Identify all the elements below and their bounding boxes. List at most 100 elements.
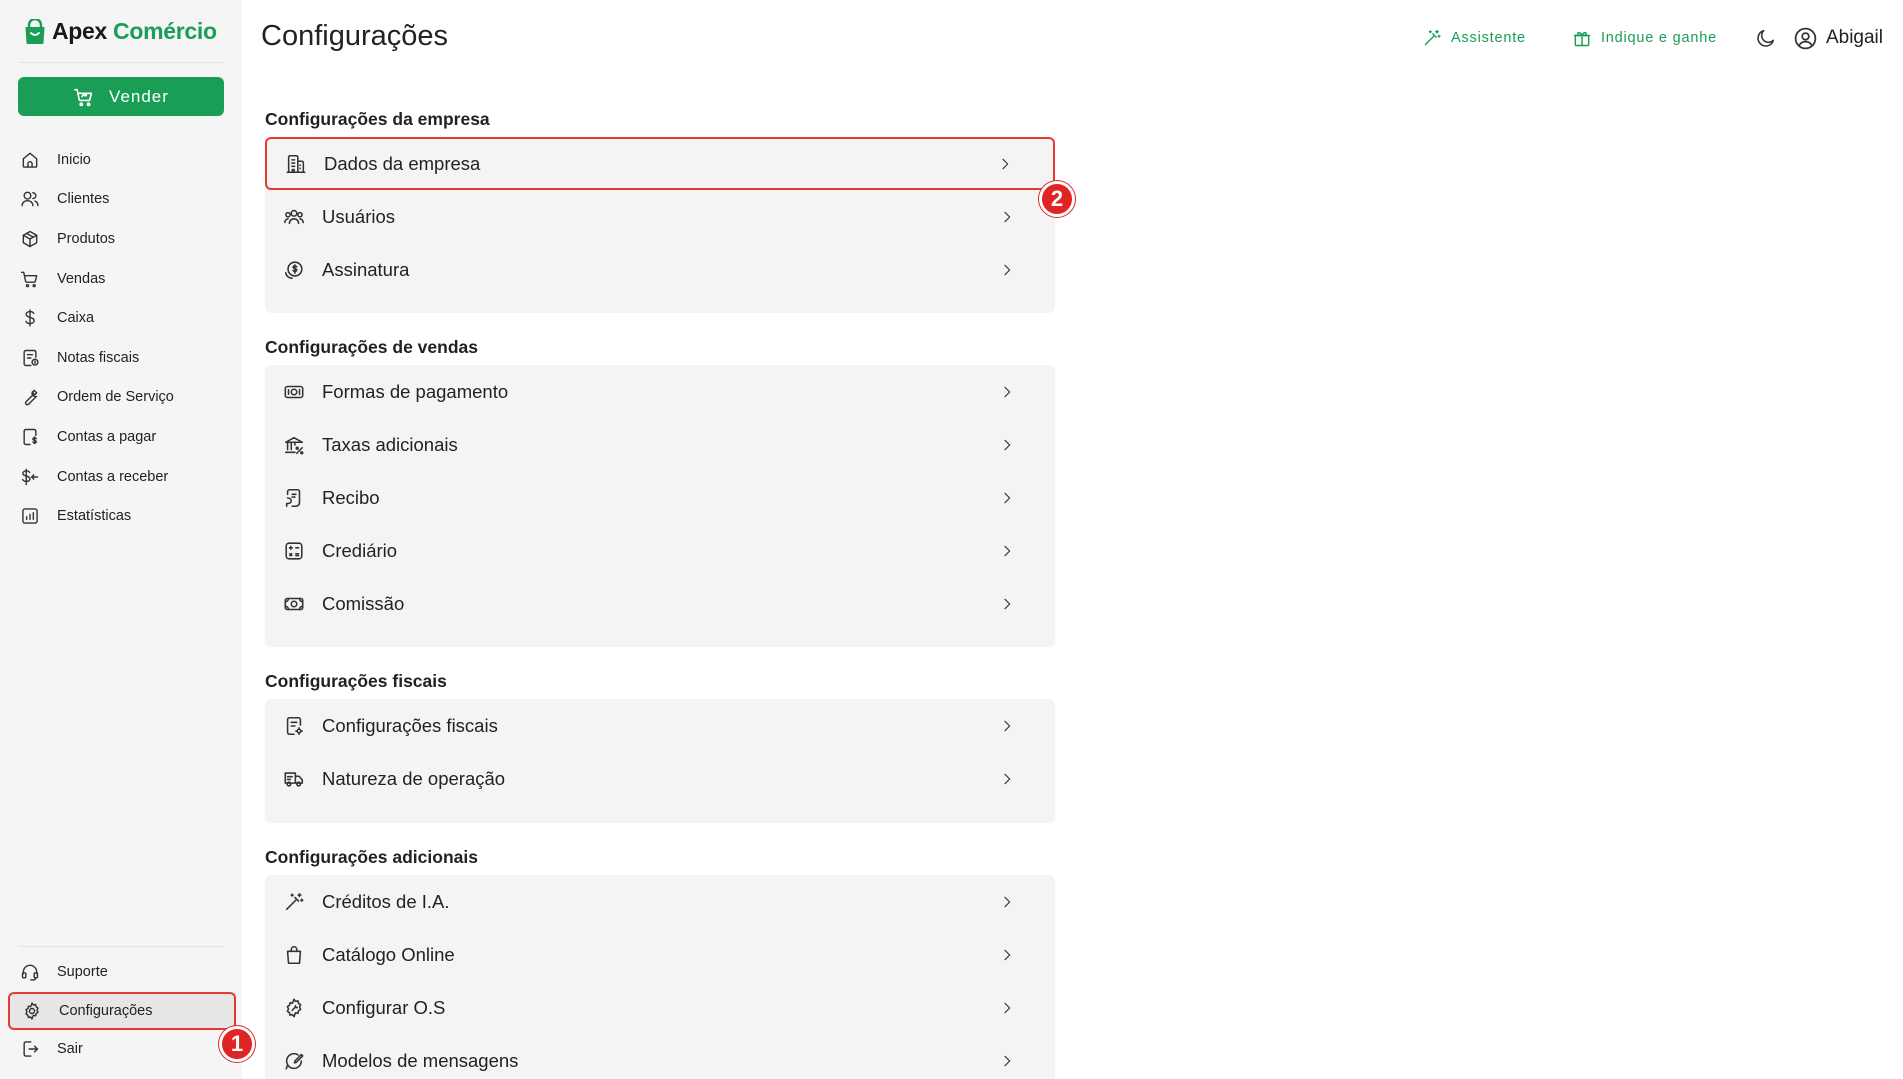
sidebar-item-inicio[interactable]: Inicio (18, 140, 224, 180)
sidebar-item-ordem-servico[interactable]: Ordem de Serviço (18, 378, 224, 418)
settings-row-label: Configurar O.S (322, 996, 446, 1018)
annotation-badge-2: 2 (1039, 181, 1075, 217)
sidebar-item-label: Produtos (57, 230, 116, 247)
settings-row-catalogo-online[interactable]: Catálogo Online (265, 928, 1055, 981)
gift-icon (1573, 31, 1591, 47)
settings-card-empresa: Dados da empresa Usuários Assinatura (265, 137, 1055, 313)
sidebar-nav: Inicio Clientes Produtos Vendas Caixa No… (18, 140, 224, 536)
sidebar-item-produtos[interactable]: Produtos (18, 219, 224, 259)
chevron-right-icon (1004, 773, 1011, 784)
magic-wand-icon (1424, 29, 1441, 46)
brand-name-part2: Comércio (113, 18, 217, 44)
settings-row-configurar-os[interactable]: Configurar O.S (265, 981, 1055, 1034)
brand-logo[interactable]: Apex Comércio (24, 18, 217, 45)
refer-link[interactable]: Indique e ganhe (1572, 28, 1717, 48)
sidebar-item-label: Configurações (59, 1002, 153, 1019)
user-circle-icon (1794, 27, 1817, 49)
headset-icon (21, 964, 39, 981)
chevron-right-icon (1004, 386, 1011, 397)
settings-row-natureza-operacao[interactable]: Natureza de operação (265, 752, 1055, 805)
section-title-fiscais: Configurações fiscais (265, 671, 447, 691)
sidebar-item-vendas[interactable]: Vendas (18, 259, 224, 299)
users-icon (21, 192, 39, 207)
user-menu[interactable]: Abigail (1793, 26, 1883, 51)
bank-percent-icon (284, 436, 304, 454)
sidebar-item-contas-receber[interactable]: Contas a receber (18, 457, 224, 497)
chevron-right-icon (1004, 1055, 1011, 1066)
logout-icon (23, 1041, 39, 1058)
settings-card-vendas: Formas de pagamento Taxas adicionais Rec… (265, 365, 1055, 647)
settings-row-label: Assinatura (322, 258, 410, 280)
box-icon (22, 230, 38, 248)
chevron-right-icon (1004, 720, 1011, 731)
section-title-empresa: Configurações da empresa (265, 109, 490, 129)
chevron-right-icon (1004, 439, 1011, 450)
settings-card-adicionais: Créditos de I.A. Catálogo Online Configu… (265, 875, 1055, 1079)
settings-row-label: Natureza de operação (322, 767, 506, 789)
coin-subscription-icon (284, 260, 303, 279)
divider (18, 946, 224, 947)
brand-name-part1: Apex (52, 18, 108, 44)
moon-icon[interactable] (1755, 27, 1777, 49)
sidebar-item-contas-pagar[interactable]: Contas a pagar (18, 417, 224, 457)
gear-icon (25, 1001, 39, 1020)
sidebar-item-caixa[interactable]: Caixa (18, 298, 224, 338)
chevron-right-icon (1002, 158, 1009, 169)
settings-row-modelos-mensagens[interactable]: Modelos de mensagens (265, 1034, 1055, 1079)
settings-row-crediario[interactable]: Crediário (265, 524, 1055, 577)
settings-row-usuarios[interactable]: Usuários (265, 190, 1055, 243)
sell-button[interactable]: Vender (18, 77, 224, 116)
settings-row-configuracoes-fiscais[interactable]: Configurações fiscais (265, 699, 1055, 752)
sidebar-item-clientes[interactable]: Clientes (18, 180, 224, 220)
users-group-icon (284, 209, 304, 224)
document-settings-icon (286, 716, 304, 735)
header-actions: Assistente Indique e ganhe Abigail (1422, 22, 1883, 54)
sidebar-bottom-nav: Suporte Configurações Sair (8, 952, 236, 1069)
chevron-right-icon (1004, 1002, 1011, 1013)
chevron-right-icon (1004, 264, 1011, 275)
settings-row-formas-pagamento[interactable]: Formas de pagamento (265, 365, 1055, 418)
settings-row-label: Recibo (322, 486, 380, 508)
settings-row-label: Catálogo Online (322, 943, 455, 965)
dollar-icon (25, 309, 35, 327)
settings-row-creditos-ia[interactable]: Créditos de I.A. (265, 875, 1055, 928)
settings-row-recibo[interactable]: Recibo (265, 471, 1055, 524)
message-edit-icon (285, 1052, 304, 1070)
user-name: Abigail (1825, 27, 1883, 48)
sidebar-item-label: Contas a pagar (57, 428, 157, 445)
sidebar-item-label: Notas fiscais (57, 349, 140, 366)
sidebar-item-notas-fiscais[interactable]: Notas fiscais (18, 338, 224, 378)
sidebar-item-configuracoes[interactable]: Configurações (8, 991, 236, 1030)
settings-row-label: Dados da empresa (324, 152, 481, 174)
sidebar-item-estatisticas[interactable]: Estatísticas (18, 496, 224, 536)
calculator-icon (285, 541, 303, 560)
refer-label: Indique e ganhe (1600, 30, 1717, 46)
wrench-icon (24, 389, 38, 406)
shopping-bag-icon (25, 18, 45, 44)
sidebar-item-suporte[interactable]: Suporte (8, 952, 236, 992)
sidebar-item-label: Estatísticas (57, 508, 132, 525)
settings-row-comissao[interactable]: Comissão (265, 577, 1055, 630)
sidebar-item-label: Contas a receber (57, 468, 169, 485)
settings-row-taxas-adicionais[interactable]: Taxas adicionais (265, 418, 1055, 471)
sidebar-item-label: Vendas (57, 270, 106, 287)
sell-button-label: Vender (109, 86, 169, 106)
receipt-icon (23, 349, 39, 366)
home-icon (22, 152, 38, 168)
settings-row-dados-empresa[interactable]: Dados da empresa (265, 137, 1055, 190)
section-title-adicionais: Configurações adicionais (265, 847, 478, 867)
settings-row-label: Modelos de mensagens (322, 1049, 519, 1071)
cart-icon (20, 271, 38, 287)
sidebar-item-label: Sair (57, 1041, 83, 1058)
cart-refresh-icon (74, 88, 93, 106)
truck-icon (284, 771, 304, 787)
divider (18, 62, 224, 63)
assistant-link[interactable]: Assistente (1422, 28, 1526, 48)
chevron-right-icon (1004, 598, 1011, 609)
gear-wrench-icon (286, 998, 302, 1017)
settings-row-assinatura[interactable]: Assinatura (265, 243, 1055, 296)
settings-row-label: Comissão (322, 592, 405, 614)
sidebar-item-label: Inicio (57, 151, 91, 168)
section-title-vendas: Configurações de vendas (265, 337, 478, 357)
sidebar-item-sair[interactable]: Sair (8, 1030, 236, 1070)
